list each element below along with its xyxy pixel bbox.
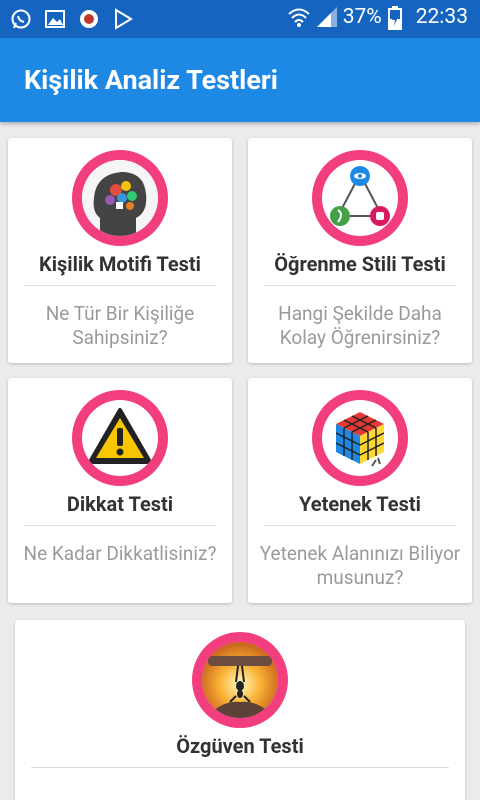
divider — [264, 285, 456, 286]
card-title: Öğrenme Stili Testi — [274, 252, 446, 276]
app-bar: Kişilik Analiz Testleri — [0, 38, 480, 122]
whatsapp-icon — [10, 8, 32, 30]
wifi-icon — [287, 6, 310, 28]
ant-lifting-icon — [202, 642, 278, 718]
card-talent-test[interactable]: Yetenek Testi Yetenek Alanınızı Biliyor … — [248, 378, 472, 603]
app-icon — [78, 8, 100, 30]
rubiks-cube-icon — [322, 400, 398, 476]
card-subtitle: Yetenek Alanınızı Biliyor musunuz? — [259, 542, 461, 589]
card-subtitle: Ne Tür Bir Kişiliğe Sahipsiniz? — [45, 302, 195, 349]
card-subtitle: Hangi Şekilde Daha Kolay Öğrenirsiniz? — [278, 302, 442, 349]
divider — [31, 767, 449, 768]
divider — [24, 285, 216, 286]
divider — [24, 525, 216, 526]
card-title: Yetenek Testi — [299, 492, 421, 516]
battery-icon — [387, 6, 410, 30]
card-attention-test[interactable]: Dikkat Testi Ne Kadar Dikkatlisiniz? — [8, 378, 232, 603]
gallery-icon — [44, 8, 66, 30]
play-store-icon — [112, 8, 134, 30]
warning-icon — [82, 400, 158, 476]
card-personality-motif-test[interactable]: Kişilik Motifi Testi Ne Tür Bir Kişiliğe… — [8, 138, 232, 363]
signal-icon — [315, 6, 337, 28]
card-title: Kişilik Motifi Testi — [39, 252, 201, 276]
learning-triangle-icon — [322, 160, 398, 236]
app-title: Kişilik Analiz Testleri — [24, 64, 278, 96]
puzzle-head-icon — [82, 160, 158, 236]
clock: 22:33 — [415, 5, 468, 29]
divider — [264, 525, 456, 526]
card-subtitle: Ne Kadar Dikkatlisiniz? — [23, 542, 217, 565]
status-bar: 37% 22:33 — [0, 0, 480, 38]
card-title: Özgüven Testi — [176, 734, 304, 758]
battery-percent: 37% — [342, 5, 382, 29]
card-self-confidence-test[interactable]: Özgüven Testi — [15, 620, 465, 800]
card-title: Dikkat Testi — [66, 492, 174, 516]
card-learning-style-test[interactable]: Öğrenme Stili Testi Hangi Şekilde Daha K… — [248, 138, 472, 363]
